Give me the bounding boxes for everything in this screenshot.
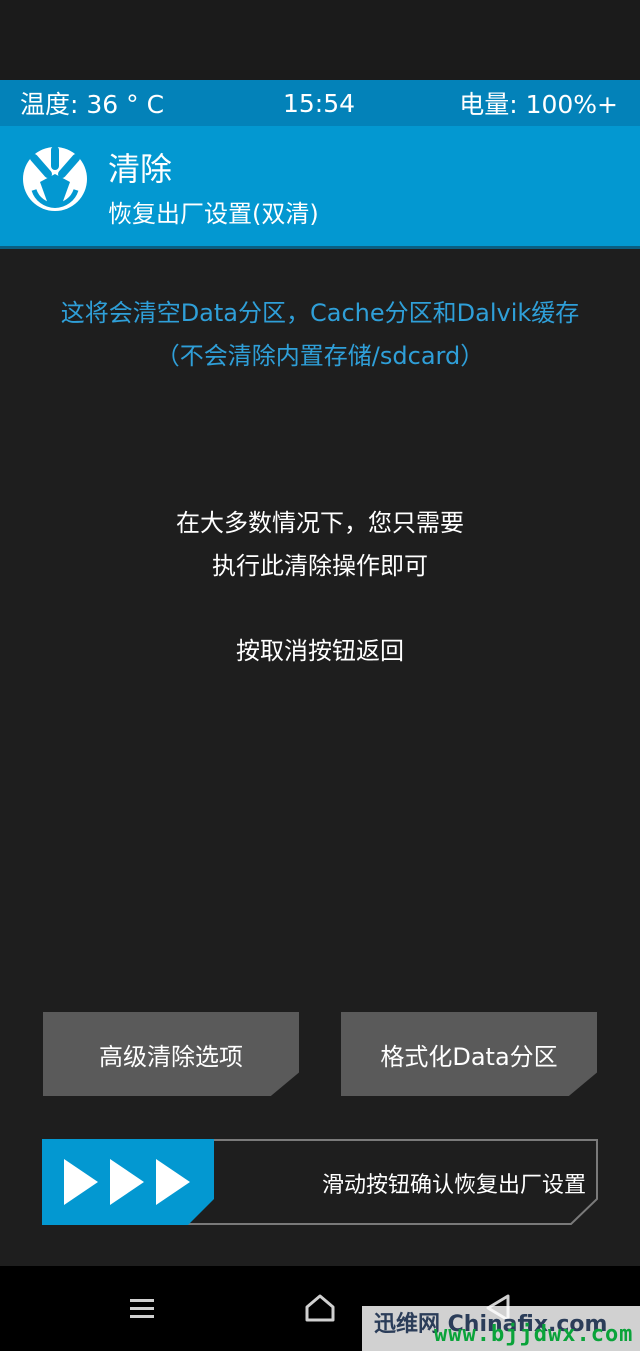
back-hint: 按取消按钮返回 xyxy=(236,637,404,665)
clock: 15:54 xyxy=(283,88,356,118)
page-title: 清除 xyxy=(108,150,173,188)
battery-readout: 电量: 100%+ xyxy=(459,90,618,119)
status-bar: 温度: 36 ° C 15:54 电量: 100%+ xyxy=(0,80,640,126)
page-header: 清除 恢复出厂设置(双清) xyxy=(0,126,640,246)
info-line-2: 执行此清除操作即可 xyxy=(212,552,428,580)
page-subtitle: 恢复出厂设置(双清) xyxy=(108,200,319,228)
info-line-1: 在大多数情况下，您只需要 xyxy=(176,509,464,537)
menu-icon[interactable] xyxy=(120,1286,164,1330)
info-text: 在大多数情况下，您只需要 执行此清除操作即可 按取消按钮返回 xyxy=(0,502,640,673)
watermark-url: www.bjjdwx.com xyxy=(434,1322,634,1347)
temperature-readout: 温度: 36 ° C xyxy=(20,90,165,119)
notice-line-1: 这将会清空Data分区，Cache分区和Dalvik缓存 xyxy=(60,299,580,327)
twrp-logo-icon xyxy=(23,146,87,211)
advanced-wipe-button[interactable]: 高级清除选项 xyxy=(43,1012,299,1096)
notice-line-2: （不会清除内置存储/sdcard） xyxy=(155,342,485,370)
wipe-notice: 这将会清空Data分区，Cache分区和Dalvik缓存 （不会清除内置存储/s… xyxy=(0,292,640,378)
top-gap xyxy=(0,0,640,80)
header-divider xyxy=(0,246,640,249)
home-icon[interactable] xyxy=(298,1286,342,1330)
swipe-to-confirm-slider[interactable]: 滑动按钮确认恢复出厂设置 xyxy=(42,1139,598,1225)
slider-label: 滑动按钮确认恢复出厂设置 xyxy=(321,1173,586,1198)
slider-handle[interactable] xyxy=(42,1139,214,1225)
watermark: 迅维网 Chinafix.com www.bjjdwx.com xyxy=(362,1306,640,1351)
format-data-button[interactable]: 格式化Data分区 xyxy=(341,1012,597,1096)
